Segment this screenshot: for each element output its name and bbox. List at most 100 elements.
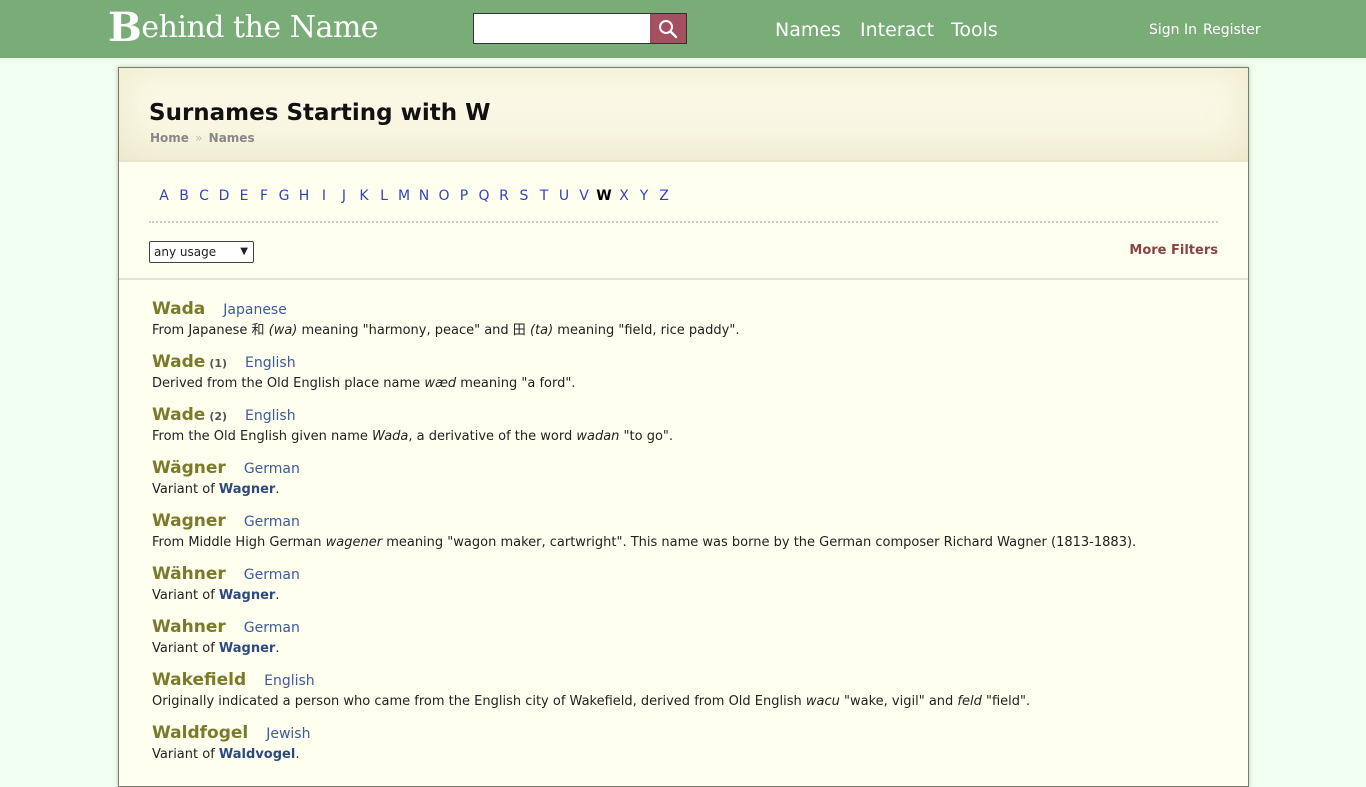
entry-number: (2) [209,410,228,423]
letter-index: ABCDEFGHIJKLMNOPQRSTUVWXYZ [154,185,674,205]
usage-link[interactable]: German [244,567,300,583]
letter-link-y[interactable]: Y [634,186,654,206]
search-input[interactable] [476,16,656,40]
list-item: Wakefield English Originally indicated a p… [152,668,1232,721]
letter-link-v[interactable]: V [574,186,594,206]
letter-link-o[interactable]: O [434,186,454,206]
nav-interact[interactable]: Interact [860,17,934,43]
desc-text: From Middle High German [152,535,326,550]
page-title: Surnames Starting with W [149,100,491,126]
list-item: Wada Japanese From Japanese 和 (wa) meaning… [152,297,1232,350]
letter-link-x[interactable]: X [614,186,634,206]
surname-link[interactable]: Wägner [152,458,226,478]
search-button[interactable] [650,14,686,43]
letter-link-f[interactable]: F [254,186,274,206]
surname-link[interactable]: Wade [152,352,205,372]
desc-text: meaning "wagon maker, cartwright". This … [382,535,1137,550]
letter-link-s[interactable]: S [514,186,534,206]
related-name-link[interactable]: Wagner [219,482,275,497]
desc-text: Variant of [152,641,219,656]
letter-link-t[interactable]: T [534,186,554,206]
register-link[interactable]: Register [1203,20,1261,40]
letter-link-n[interactable]: N [414,186,434,206]
desc-text: From the Old English given name [152,429,373,444]
entry-description: From Japanese 和 (wa) meaning "harmony, p… [152,321,1232,341]
surname-link[interactable]: Wahner [152,617,226,637]
entry-number: (1) [209,357,228,370]
main-panel: Surnames Starting with W Home » Names AB… [118,67,1249,787]
sign-in-link[interactable]: Sign In [1149,20,1197,40]
surname-link[interactable]: Wähner [152,564,226,584]
entry-description: From the Old English given name Wada, a … [152,427,1232,447]
entry-header: Wade (1) English [152,350,1232,374]
usage-link[interactable]: Jewish [266,726,310,742]
desc-text: "wake, vigil" and [839,694,958,709]
entry-header: Wada Japanese [152,297,1232,321]
nav-tools[interactable]: Tools [951,17,998,43]
letter-link-z[interactable]: Z [654,186,674,206]
usage-filter-value: any usage [154,245,217,259]
desc-text: "to go". [619,429,674,444]
surname-link[interactable]: Waldfogel [152,723,248,743]
nav-names[interactable]: Names [775,17,841,43]
list-item: Wägner German Variant of Wagner. [152,456,1232,509]
usage-link[interactable]: German [244,514,300,530]
entry-header: Wägner German [152,456,1232,480]
related-name-link[interactable]: Wagner [219,641,275,656]
term-italic: feld [957,694,982,709]
letter-link-a[interactable]: A [154,186,174,206]
magnifier-icon [659,19,678,38]
breadcrumb-names[interactable]: Names [209,131,255,145]
usage-link[interactable]: English [264,673,315,689]
logo-text: ehind the Name [141,10,379,45]
panel-header: Surnames Starting with W Home » Names [119,68,1248,162]
term-italic: (ta) [529,323,554,338]
site-logo[interactable]: Behind the Name [108,8,379,48]
usage-link[interactable]: German [244,620,300,636]
usage-filter-select[interactable]: any usage ▼ [149,241,254,263]
surname-link[interactable]: Wakefield [152,670,246,690]
letter-link-u[interactable]: U [554,186,574,206]
letter-link-d[interactable]: D [214,186,234,206]
letter-link-m[interactable]: M [394,186,414,206]
letter-link-w[interactable]: W [594,186,614,206]
letter-link-i[interactable]: I [314,186,334,206]
usage-link[interactable]: English [245,408,296,424]
letter-link-e[interactable]: E [234,186,254,206]
desc-text: Variant of [152,747,219,762]
entry-header: Waldfogel Jewish [152,721,1232,745]
desc-text: "field". [981,694,1031,709]
letter-link-p[interactable]: P [454,186,474,206]
breadcrumb-home[interactable]: Home [150,131,189,145]
letter-link-c[interactable]: C [194,186,214,206]
list-item: Wagner German From Middle High German wage… [152,509,1232,562]
letter-link-b[interactable]: B [174,186,194,206]
desc-text: Originally indicated a person who came f… [152,694,806,709]
desc-text: . [275,482,280,497]
letter-link-r[interactable]: R [494,186,514,206]
desc-text: meaning "field, rice paddy". [553,323,740,338]
desc-text: Variant of [152,482,219,497]
letter-link-l[interactable]: L [374,186,394,206]
letter-link-h[interactable]: H [294,186,314,206]
letter-link-k[interactable]: K [354,186,374,206]
dotted-divider [149,221,1218,223]
letter-link-g[interactable]: G [274,186,294,206]
usage-link[interactable]: German [244,461,300,477]
letter-link-j[interactable]: J [334,186,354,206]
desc-text: . [275,588,280,603]
entry-description: Variant of Waldvogel. [152,745,1232,765]
usage-link[interactable]: English [245,355,296,371]
entry-header: Wahner German [152,615,1232,639]
entry-description: Derived from the Old English place name … [152,374,1232,394]
entry-header: Wakefield English [152,668,1232,692]
letter-link-q[interactable]: Q [474,186,494,206]
usage-link[interactable]: Japanese [223,302,287,318]
related-name-link[interactable]: Wagner [219,588,275,603]
surname-link[interactable]: Wade [152,405,205,425]
related-name-link[interactable]: Waldvogel [219,747,295,762]
more-filters-link[interactable]: More Filters [1129,243,1218,258]
breadcrumb: Home » Names [150,131,255,145]
surname-link[interactable]: Wagner [152,511,226,531]
surname-link[interactable]: Wada [152,299,205,319]
